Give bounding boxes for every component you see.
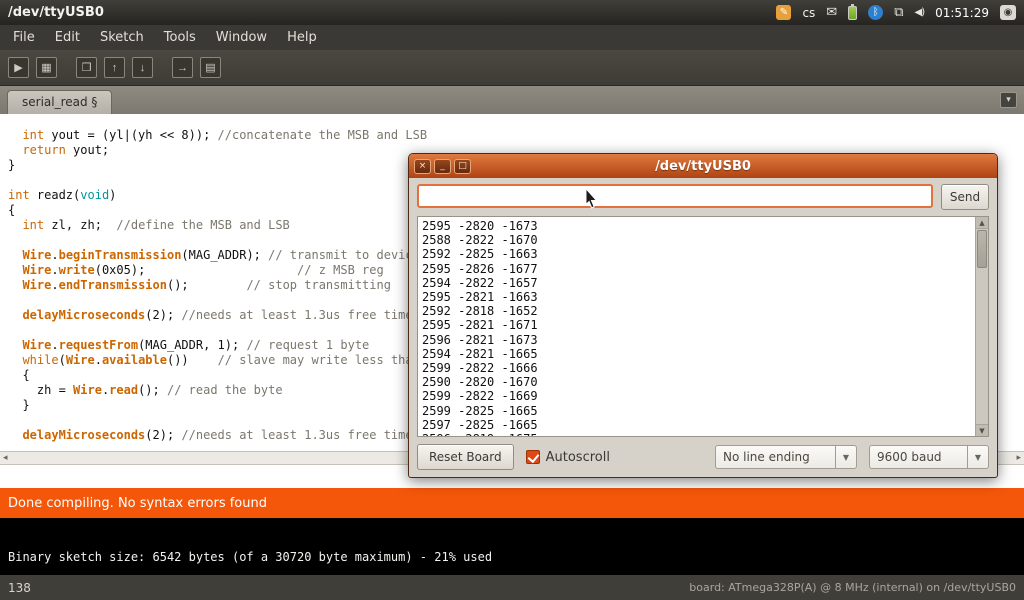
compile-status-bar: Done compiling. No syntax errors found [0,488,1024,518]
scroll-up-icon[interactable]: ▲ [976,217,988,229]
serial-line: 2595 -2826 -1677 [422,262,972,276]
serial-line: 2595 -2821 -1663 [422,290,972,304]
serial-line: 2588 -2822 -1670 [422,233,972,247]
menu-sketch[interactable]: Sketch [91,27,153,48]
minimize-button[interactable]: _ [434,159,451,174]
session-menu-icon[interactable]: ◉ [1000,5,1016,20]
menu-tools[interactable]: Tools [155,27,205,48]
menu-file[interactable]: File [4,27,44,48]
toolbar: ▶ ▦ ❒ ↑ ↓ → ▤ [0,50,1024,86]
autoscroll-label: Autoscroll [546,450,610,465]
close-button[interactable]: × [414,159,431,174]
scroll-left-icon[interactable]: ◂ [3,453,8,463]
status-footer: 138 board: ATmega328P(A) @ 8 MHz (intern… [0,575,1024,600]
serial-scrollbar[interactable]: ▲ ▼ [975,217,988,436]
serial-input-row: Send [417,184,989,210]
verify-button[interactable]: ▶ [8,57,29,78]
console-output: Binary sketch size: 6542 bytes (of a 307… [0,518,1024,575]
line-number-indicator: 138 [8,581,31,595]
serial-output: 2595 -2820 -16732588 -2822 -16702592 -28… [422,219,972,436]
serial-line: 2596 -2819 -1675 [422,432,972,436]
network-icon[interactable]: ⧉ [894,5,903,20]
serial-line: 2595 -2821 -1671 [422,318,972,332]
scroll-right-icon[interactable]: ▸ [1016,453,1021,463]
compile-status-message: Done compiling. No syntax errors found [8,496,267,511]
open-button[interactable]: ↑ [104,57,125,78]
save-button[interactable]: ↓ [132,57,153,78]
bluetooth-icon[interactable]: ᛒ [868,5,883,20]
scroll-down-icon[interactable]: ▼ [976,424,988,436]
stop-button[interactable]: ▦ [36,57,57,78]
panel-window-title: /dev/ttyUSB0 [0,5,104,20]
serial-monitor-button[interactable]: ▤ [200,57,221,78]
serial-input[interactable] [417,184,933,208]
serial-line: 2599 -2822 -1666 [422,361,972,375]
volume-icon[interactable]: ◀) [915,7,925,18]
upload-button[interactable]: → [172,57,193,78]
menu-help[interactable]: Help [278,27,326,48]
serial-line: 2595 -2820 -1673 [422,219,972,233]
battery-icon[interactable] [848,6,857,20]
serial-line: 2592 -2818 -1652 [422,304,972,318]
tab-serial-read[interactable]: serial_read § [7,90,112,114]
serial-output-area: 2595 -2820 -16732588 -2822 -16702592 -28… [417,216,989,437]
system-tray: ✎ cs ✉ ᛒ ⧉ ◀) 01:51:29 ◉ [776,5,1024,20]
new-sketch-button[interactable]: ❒ [76,57,97,78]
mail-icon[interactable]: ✉ [826,5,837,20]
baud-rate-value: 9600 baud [870,450,967,464]
serial-line: 2594 -2821 -1665 [422,347,972,361]
chevron-down-icon[interactable]: ▼ [835,446,856,468]
keyboard-layout-indicator[interactable]: cs [802,6,815,20]
menu-edit[interactable]: Edit [46,27,89,48]
serial-line: 2597 -2825 -1665 [422,418,972,432]
line-ending-dropdown[interactable]: No line ending ▼ [715,445,857,469]
serial-monitor-titlebar[interactable]: ×_□/dev/ttyUSB0 [409,154,997,178]
tabbar: serial_read § ▾ [0,86,1024,114]
clock-display[interactable]: 01:51:29 [935,6,989,20]
menubar: FileEditSketchToolsWindowHelp [0,25,1024,50]
menu-window[interactable]: Window [207,27,276,48]
serial-monitor-title: /dev/ttyUSB0 [409,159,997,174]
board-info: board: ATmega328P(A) @ 8 MHz (internal) … [689,581,1016,594]
code-line: int yout = (yl|(yh << 8)); //concatenate… [8,128,1024,143]
top-panel: /dev/ttyUSB0 ✎ cs ✉ ᛒ ⧉ ◀) 01:51:29 ◉ [0,0,1024,25]
serial-monitor-window: ×_□/dev/ttyUSB0 Send 2595 -2820 -1673258… [408,153,998,478]
tab-menu-button[interactable]: ▾ [1000,92,1017,108]
serial-line: 2599 -2825 -1665 [422,404,972,418]
line-ending-value: No line ending [716,450,835,464]
maximize-button[interactable]: □ [454,159,471,174]
serial-controls: Reset Board Autoscroll No line ending ▼ … [417,444,989,470]
reset-board-button[interactable]: Reset Board [417,444,514,470]
serial-line: 2594 -2822 -1657 [422,276,972,290]
serial-line: 2592 -2825 -1663 [422,247,972,261]
serial-line: 2590 -2820 -1670 [422,375,972,389]
scrollbar-thumb[interactable] [977,230,987,268]
autoscroll-checkbox[interactable] [526,450,540,464]
notes-icon[interactable]: ✎ [776,5,791,20]
baud-rate-dropdown[interactable]: 9600 baud ▼ [869,445,989,469]
send-button[interactable]: Send [941,184,989,210]
serial-line: 2596 -2821 -1673 [422,333,972,347]
console-text: Binary sketch size: 6542 bytes (of a 307… [8,550,492,564]
chevron-down-icon[interactable]: ▼ [967,446,988,468]
serial-line: 2599 -2822 -1669 [422,389,972,403]
autoscroll-control[interactable]: Autoscroll [526,450,610,465]
